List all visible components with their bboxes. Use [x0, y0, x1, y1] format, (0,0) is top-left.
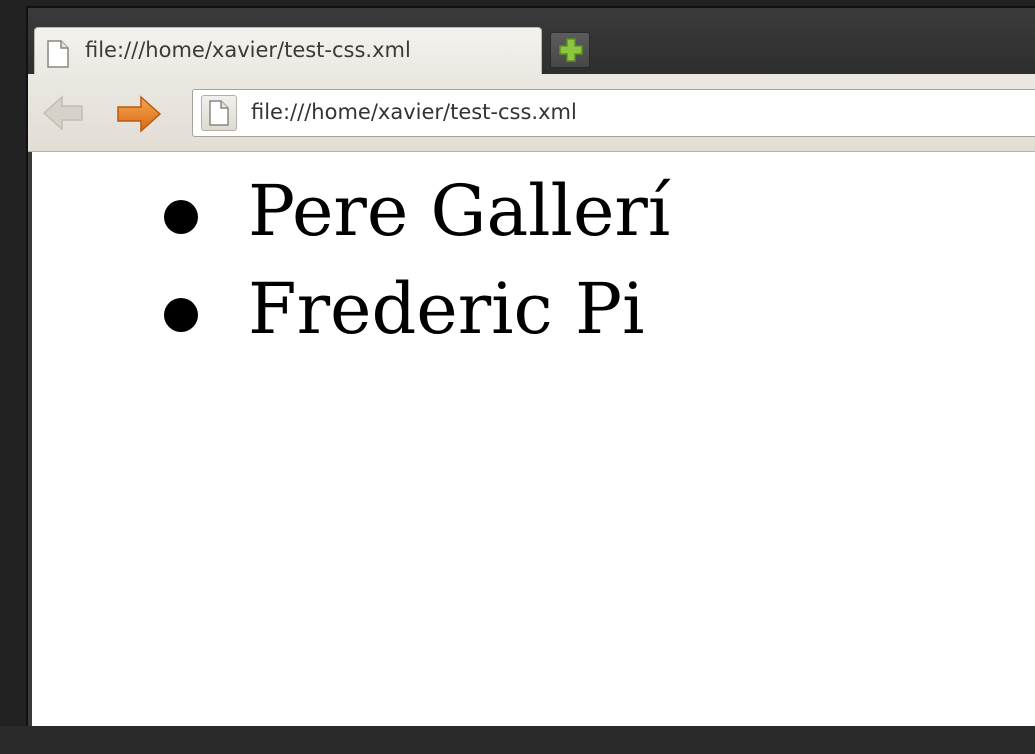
site-identity-button[interactable] — [201, 95, 237, 131]
screen: file:///home/xavier/test-css.xml file://… — [0, 0, 1035, 754]
browser-window: file:///home/xavier/test-css.xml file://… — [28, 8, 1035, 734]
back-arrow-icon — [42, 95, 83, 131]
back-button[interactable] — [42, 94, 84, 132]
url-bar[interactable]: file:///home/xavier/test-css.xml — [192, 89, 1035, 137]
list-item: Pere Gallerí — [164, 162, 670, 260]
window-bottom-edge — [0, 726, 1035, 754]
bullet-icon — [164, 200, 198, 234]
list-item-text: Pere Gallerí — [248, 170, 671, 252]
tab-active[interactable]: file:///home/xavier/test-css.xml — [34, 27, 542, 79]
page-icon — [209, 100, 229, 126]
bullet-icon — [164, 298, 198, 332]
forward-arrow-icon — [117, 95, 162, 133]
tab-title: file:///home/xavier/test-css.xml — [85, 38, 411, 62]
plus-icon — [559, 38, 583, 62]
tab-strip: file:///home/xavier/test-css.xml — [28, 8, 1035, 79]
navigation-toolbar: file:///home/xavier/test-css.xml — [28, 74, 1035, 152]
new-tab-button[interactable] — [550, 32, 590, 68]
list-item: Frederic Pi — [164, 260, 670, 358]
list-item-text: Frederic Pi — [248, 268, 645, 350]
name-list: Pere Gallerí Frederic Pi — [164, 162, 670, 358]
url-text[interactable]: file:///home/xavier/test-css.xml — [251, 100, 577, 124]
forward-button[interactable] — [116, 94, 162, 134]
page-content: Pere Gallerí Frederic Pi — [32, 152, 1035, 734]
page-icon — [47, 40, 69, 68]
